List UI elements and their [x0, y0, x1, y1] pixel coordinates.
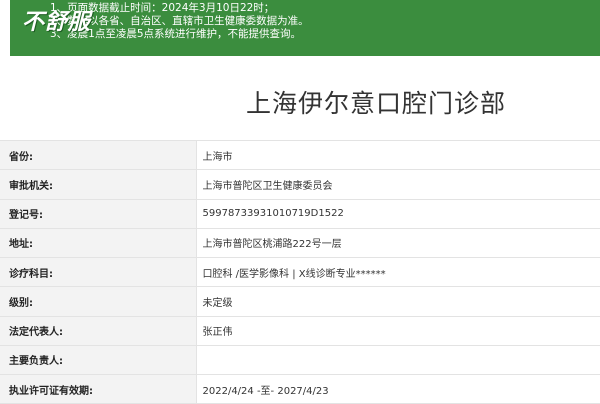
table-row-registration: 登记号: 59978733931010719D1522 — [0, 199, 600, 229]
watermark-logo: 不舒服 — [22, 9, 92, 35]
notice-line-3: 3、凌晨1点至凌晨5点系统进行维护，不能提供查询。 — [50, 28, 302, 40]
row-label: 法定代表人: — [0, 316, 197, 346]
row-value: 口腔科 /医学影像科 | X线诊断专业****** — [196, 257, 600, 288]
table-row-legal-rep: 法定代表人: 张正伟 — [0, 316, 600, 346]
row-label: 审批机关: — [0, 169, 197, 200]
notice-line-2: 2、数据以各省、自治区、直辖市卫生健康委数据为准。 — [50, 15, 309, 27]
table-row-authority: 审批机关: 上海市普陀区卫生健康委员会 — [0, 169, 600, 200]
row-label: 地址: — [0, 228, 197, 259]
row-label: 级别: — [0, 286, 197, 317]
row-value: 未定级 — [196, 286, 600, 317]
row-label: 省份: — [0, 139, 197, 171]
table-row-level: 级别: 未定级 — [0, 286, 600, 317]
table-row-province: 省份: 上海市 — [0, 139, 600, 171]
row-value: 上海市普陀区桃浦路222号一层 — [196, 228, 600, 259]
row-value: 2022/4/24 -至- 2027/4/23 — [196, 374, 600, 404]
row-value: 上海市 — [196, 139, 600, 171]
notice-line-1: 1、页面数据截止时间：2024年3月10日22时； — [50, 2, 275, 14]
row-value — [196, 345, 600, 376]
notice-banner: 1、页面数据截止时间：2024年3月10日22时； 2、数据以各省、自治区、直辖… — [10, 0, 600, 56]
row-label: 诊疗科目: — [0, 257, 197, 288]
row-value: 张正伟 — [196, 316, 600, 346]
table-row-license-validity: 执业许可证有效期: 2022/4/24 -至- 2027/4/23 — [0, 374, 600, 404]
row-label: 执业许可证有效期: — [0, 374, 197, 404]
table-row-departments: 诊疗科目: 口腔科 /医学影像科 | X线诊断专业****** — [0, 257, 600, 288]
row-value: 59978733931010719D1522 — [196, 199, 600, 229]
row-value: 上海市普陀区卫生健康委员会 — [196, 169, 600, 200]
row-label: 主要负责人: — [0, 345, 197, 376]
page-title: 上海伊尔意口腔门诊部 — [245, 89, 506, 118]
table-row-address: 地址: 上海市普陀区桃浦路222号一层 — [0, 228, 600, 259]
row-label: 登记号: — [0, 199, 197, 229]
table-row-principal: 主要负责人: — [0, 345, 600, 376]
info-table: 省份: 上海市 审批机关: 上海市普陀区卫生健康委员会 登记号: 5997873… — [0, 139, 600, 404]
